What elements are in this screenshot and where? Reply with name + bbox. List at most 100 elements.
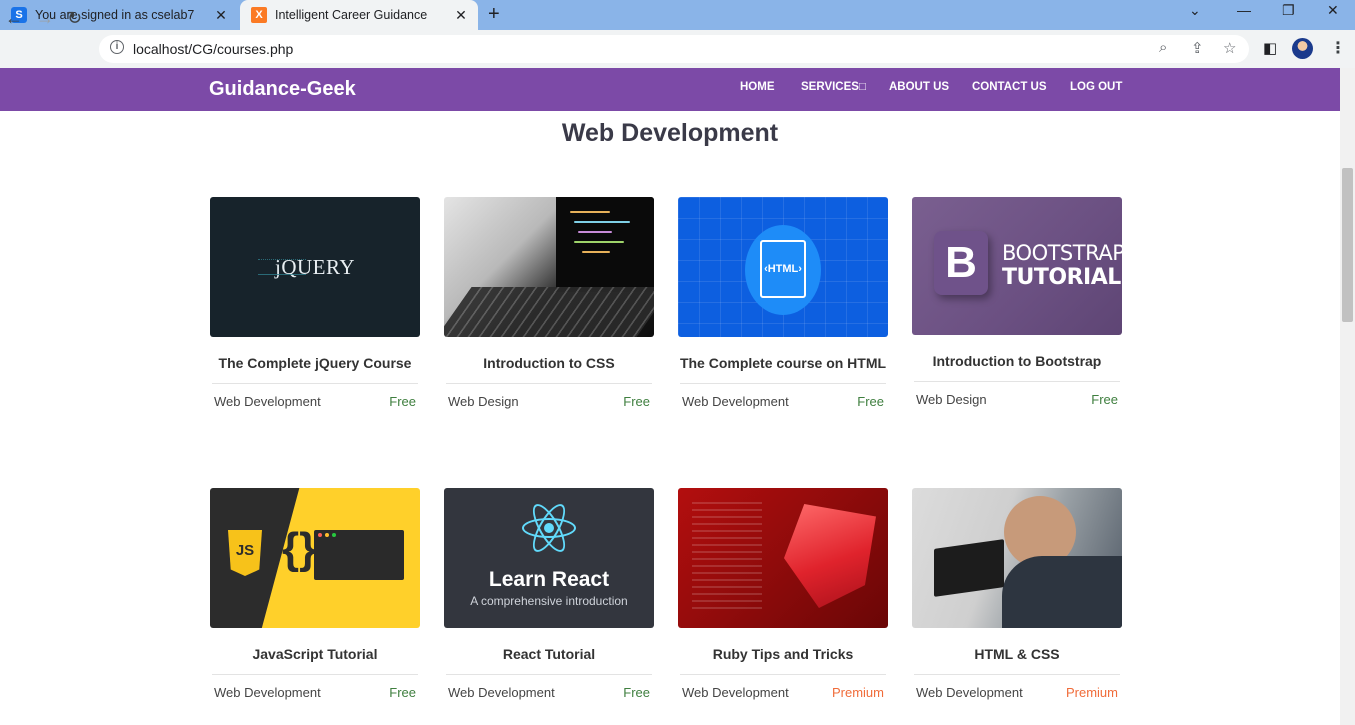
course-card-html-css[interactable]: HTML & CSS Web Development Premium xyxy=(912,488,1122,700)
tab-title: Intelligent Career Guidance xyxy=(275,8,428,22)
profile-avatar[interactable] xyxy=(1292,38,1313,59)
course-category: Web Development xyxy=(682,394,789,409)
course-title[interactable]: HTML & CSS xyxy=(912,646,1122,674)
code-line xyxy=(578,231,612,233)
bootstrap-logo-icon: B xyxy=(934,231,988,295)
close-tab-icon[interactable]: ✕ xyxy=(450,7,472,24)
course-price: Premium xyxy=(831,685,884,700)
curly-brace-graphic: {} xyxy=(282,524,317,573)
code-terminal-graphic xyxy=(314,530,404,580)
site-info-icon[interactable]: i xyxy=(110,40,124,54)
browser-tab-career-guidance[interactable]: X Intelligent Career Guidance ✕ xyxy=(240,0,478,30)
site-navbar xyxy=(0,68,1340,111)
section-title: Web Development xyxy=(561,119,779,147)
url-text[interactable]: localhost/CG/courses.php xyxy=(133,41,293,57)
nav-log-out[interactable]: LOG OUT xyxy=(1070,81,1122,93)
course-card-jquery[interactable]: jQUERY The Complete jQuery Course Web De… xyxy=(210,197,420,409)
course-card-css[interactable]: Introduction to CSS Web Design Free xyxy=(444,197,654,409)
course-title[interactable]: Introduction to Bootstrap xyxy=(912,353,1122,381)
pulse-line-graphic xyxy=(258,259,306,275)
course-meta: Web Development Free xyxy=(444,675,654,700)
course-category: Web Development xyxy=(214,685,321,700)
course-price: Free xyxy=(389,394,416,409)
course-price: Free xyxy=(623,685,650,700)
course-price: Free xyxy=(857,394,884,409)
course-thumbnail[interactable]: ‹HTML› xyxy=(678,197,888,337)
course-meta: Web Development Premium xyxy=(912,675,1122,700)
course-title[interactable]: The Complete jQuery Course xyxy=(210,355,420,383)
close-window-icon[interactable]: ✕ xyxy=(1327,2,1339,19)
js-logo-icon: JS xyxy=(228,530,262,576)
code-line xyxy=(582,251,610,253)
reload-icon[interactable]: ↻ xyxy=(67,8,82,29)
course-price: Free xyxy=(623,394,650,409)
tab-title: You are signed in as cselab7 xyxy=(35,8,195,22)
thumbnail-text: ‹HTML› xyxy=(764,263,802,275)
code-line xyxy=(574,241,624,243)
scrollbar-thumb[interactable] xyxy=(1342,168,1353,322)
course-price: Free xyxy=(389,685,416,700)
course-card-ruby[interactable]: Ruby Tips and Tricks Web Development Pre… xyxy=(678,488,888,700)
course-title[interactable]: JavaScript Tutorial xyxy=(210,646,420,674)
course-thumbnail[interactable]: jQUERY xyxy=(210,197,420,337)
course-thumbnail[interactable]: JS {} xyxy=(210,488,420,628)
course-title[interactable]: Introduction to CSS xyxy=(444,355,654,383)
course-thumbnail[interactable] xyxy=(444,197,654,337)
course-meta: Web Development Free xyxy=(678,384,888,409)
xampp-favicon-icon: X xyxy=(251,7,267,23)
minimize-window-icon[interactable]: — xyxy=(1237,2,1251,18)
back-arrow-icon[interactable]: ← xyxy=(5,8,23,29)
course-card-react[interactable]: Learn React A comprehensive introduction… xyxy=(444,488,654,700)
nav-home[interactable]: HOME xyxy=(740,81,775,93)
tab-search-chevron-icon[interactable]: ⌄ xyxy=(1189,2,1201,19)
laptop-graphic xyxy=(934,539,1004,597)
bookmark-star-icon[interactable]: ☆ xyxy=(1223,39,1236,57)
thumbnail-text: BOOTSTRAP xyxy=(1002,241,1122,265)
course-category: Web Design xyxy=(448,394,519,409)
forward-arrow-icon[interactable]: → xyxy=(36,8,54,29)
course-category: Web Design xyxy=(916,392,987,407)
code-line xyxy=(574,221,630,223)
site-brand[interactable]: Guidance-Geek xyxy=(209,78,356,101)
course-meta: Web Development Free xyxy=(210,384,420,409)
course-category: Web Development xyxy=(682,685,789,700)
course-thumbnail[interactable] xyxy=(912,488,1122,628)
course-category: Web Development xyxy=(916,685,1023,700)
code-lines-graphic xyxy=(692,502,762,614)
course-thumbnail[interactable]: B BOOTSTRAP TUTORIAL xyxy=(912,197,1122,335)
course-category: Web Development xyxy=(448,685,555,700)
course-title[interactable]: The Complete course on HTML xyxy=(678,355,888,383)
course-thumbnail[interactable]: Learn React A comprehensive introduction xyxy=(444,488,654,628)
nav-services[interactable]: SERVICES□ xyxy=(801,81,866,93)
share-icon[interactable]: ⇪ xyxy=(1191,39,1204,57)
course-card-bootstrap[interactable]: B BOOTSTRAP TUTORIAL Introduction to Boo… xyxy=(912,197,1122,407)
course-meta: Web Development Premium xyxy=(678,675,888,700)
course-card-html[interactable]: ‹HTML› The Complete course on HTML Web D… xyxy=(678,197,888,409)
course-thumbnail[interactable] xyxy=(678,488,888,628)
terminal-dot xyxy=(318,533,322,537)
nav-about-us[interactable]: ABOUT US xyxy=(889,81,949,93)
course-title[interactable]: Ruby Tips and Tricks xyxy=(678,646,888,674)
ruby-gem-icon xyxy=(784,504,876,608)
course-price: Free xyxy=(1091,392,1118,407)
new-tab-plus-icon[interactable]: + xyxy=(488,3,500,26)
nav-contact-us[interactable]: CONTACT US xyxy=(972,81,1047,93)
side-panel-icon[interactable]: ◧ xyxy=(1263,39,1277,57)
terminal-dot xyxy=(332,533,336,537)
terminal-dot xyxy=(325,533,329,537)
page-scrollbar[interactable] xyxy=(1340,68,1355,725)
close-tab-icon[interactable]: ✕ xyxy=(210,7,232,24)
thumbnail-text: TUTORIAL xyxy=(1002,265,1121,290)
course-title[interactable]: React Tutorial xyxy=(444,646,654,674)
react-atom-core xyxy=(544,523,554,533)
browser-menu-icon[interactable]: ⋮ xyxy=(1330,38,1346,58)
thumbnail-subtext: A comprehensive introduction xyxy=(470,594,628,608)
laptop-keyboard-graphic xyxy=(444,287,654,337)
restore-window-icon[interactable]: ❐ xyxy=(1282,2,1295,19)
zoom-magnifier-icon[interactable]: ⌕ xyxy=(1159,39,1167,56)
code-line xyxy=(570,211,610,213)
course-card-javascript[interactable]: JS {} JavaScript Tutorial Web Developmen… xyxy=(210,488,420,700)
course-meta: Web Design Free xyxy=(444,384,654,409)
thumbnail-text: Learn React xyxy=(488,568,610,591)
course-category: Web Development xyxy=(214,394,321,409)
